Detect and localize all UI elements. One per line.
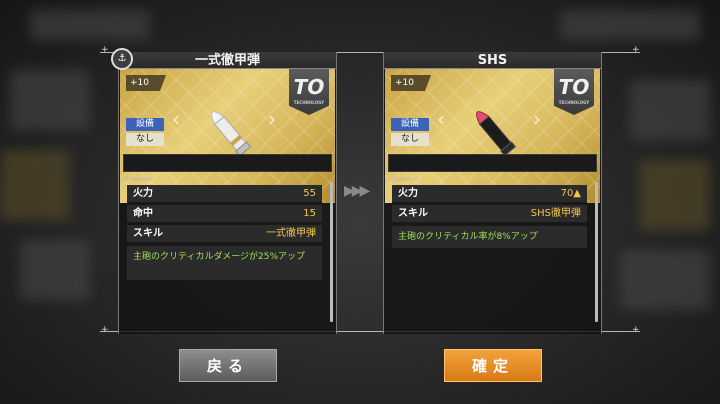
skill-description: 主砲のクリティカル率が8%アップ — [392, 226, 587, 248]
frame-corner-mark: + — [101, 45, 109, 55]
rank-sub-label: TECHNOLOGY — [558, 100, 590, 105]
panel-title: 一式徹甲弾 — [119, 52, 336, 69]
stat-row: 火力 55 — [127, 185, 322, 203]
rank-label: TO — [293, 75, 325, 99]
stat-row: 火力 70▲ — [392, 185, 587, 203]
empty-slot — [123, 154, 332, 172]
scrollbar[interactable] — [595, 182, 598, 322]
stat-row: スキル 一式徹甲弾 — [127, 225, 322, 243]
rank-sub-label: TECHNOLOGY — [293, 100, 325, 105]
stat-value: 70▲ — [560, 188, 581, 199]
skill-description: 主砲のクリティカルダメージが25%アップ — [127, 246, 322, 280]
equip-label: 設備 — [126, 118, 164, 131]
empty-slot — [388, 154, 597, 172]
frame-corner-mark: + — [101, 325, 109, 335]
stat-key: 火力 — [398, 188, 418, 199]
chevron-left-icon: ‹ — [172, 107, 180, 131]
equip-value: なし — [126, 133, 164, 146]
stat-key: 火力 — [133, 188, 153, 199]
equip-value: なし — [391, 133, 429, 146]
stat-key: 命中 — [133, 208, 153, 219]
confirm-button[interactable]: 確定 — [444, 349, 542, 382]
plus-level-badge: +10 — [126, 75, 166, 91]
stat-value: 15 — [303, 208, 316, 219]
new-equipment-panel: SHS +10 TO TECHNOLOGY ‹ › 設備 なし ☆☆☆☆☆ AT… — [383, 52, 602, 334]
frame-corner-mark: + — [632, 325, 640, 335]
stat-row: スキル SHS徹甲弾 — [392, 205, 587, 223]
back-button[interactable]: 戻る — [179, 349, 277, 382]
chevron-right-icon: › — [533, 107, 541, 131]
attributes-label: ATTRIBUTES — [123, 177, 153, 182]
scrollbar[interactable] — [330, 182, 333, 322]
frame-corner-mark: + — [632, 45, 640, 55]
panel-title: SHS — [384, 52, 601, 69]
rank-badge: TO TECHNOLOGY — [554, 69, 594, 115]
rank-badge: TO TECHNOLOGY — [289, 69, 329, 115]
current-equipment-panel: 一式徹甲弾 +10 TO TECHNOLOGY ‹ › 設備 なし ☆☆☆☆☆ … — [118, 52, 337, 334]
equipment-card[interactable]: +10 TO TECHNOLOGY ‹ › 設備 なし ☆☆☆☆☆ — [120, 69, 335, 203]
equip-label: 設備 — [391, 118, 429, 131]
chevron-right-icon: › — [268, 107, 276, 131]
rank-label: TO — [558, 75, 590, 99]
stat-key: スキル — [398, 208, 428, 219]
stat-value: 一式徹甲弾 — [266, 228, 316, 239]
stat-value: SHS徹甲弾 — [530, 208, 581, 219]
stat-row: 命中 15 — [127, 205, 322, 223]
stat-value: 55 — [303, 188, 316, 199]
stat-key: スキル — [133, 228, 163, 239]
plus-level-badge: +10 — [391, 75, 431, 91]
transfer-arrows-icon: ▶▶▶ — [344, 183, 370, 199]
blurred-background — [0, 0, 720, 404]
attributes-label: ATTRIBUTES — [388, 177, 418, 182]
ship-icon: ⚓ — [111, 48, 133, 70]
chevron-left-icon: ‹ — [437, 107, 445, 131]
equipment-card[interactable]: +10 TO TECHNOLOGY ‹ › 設備 なし ☆☆☆☆☆ — [385, 69, 600, 203]
